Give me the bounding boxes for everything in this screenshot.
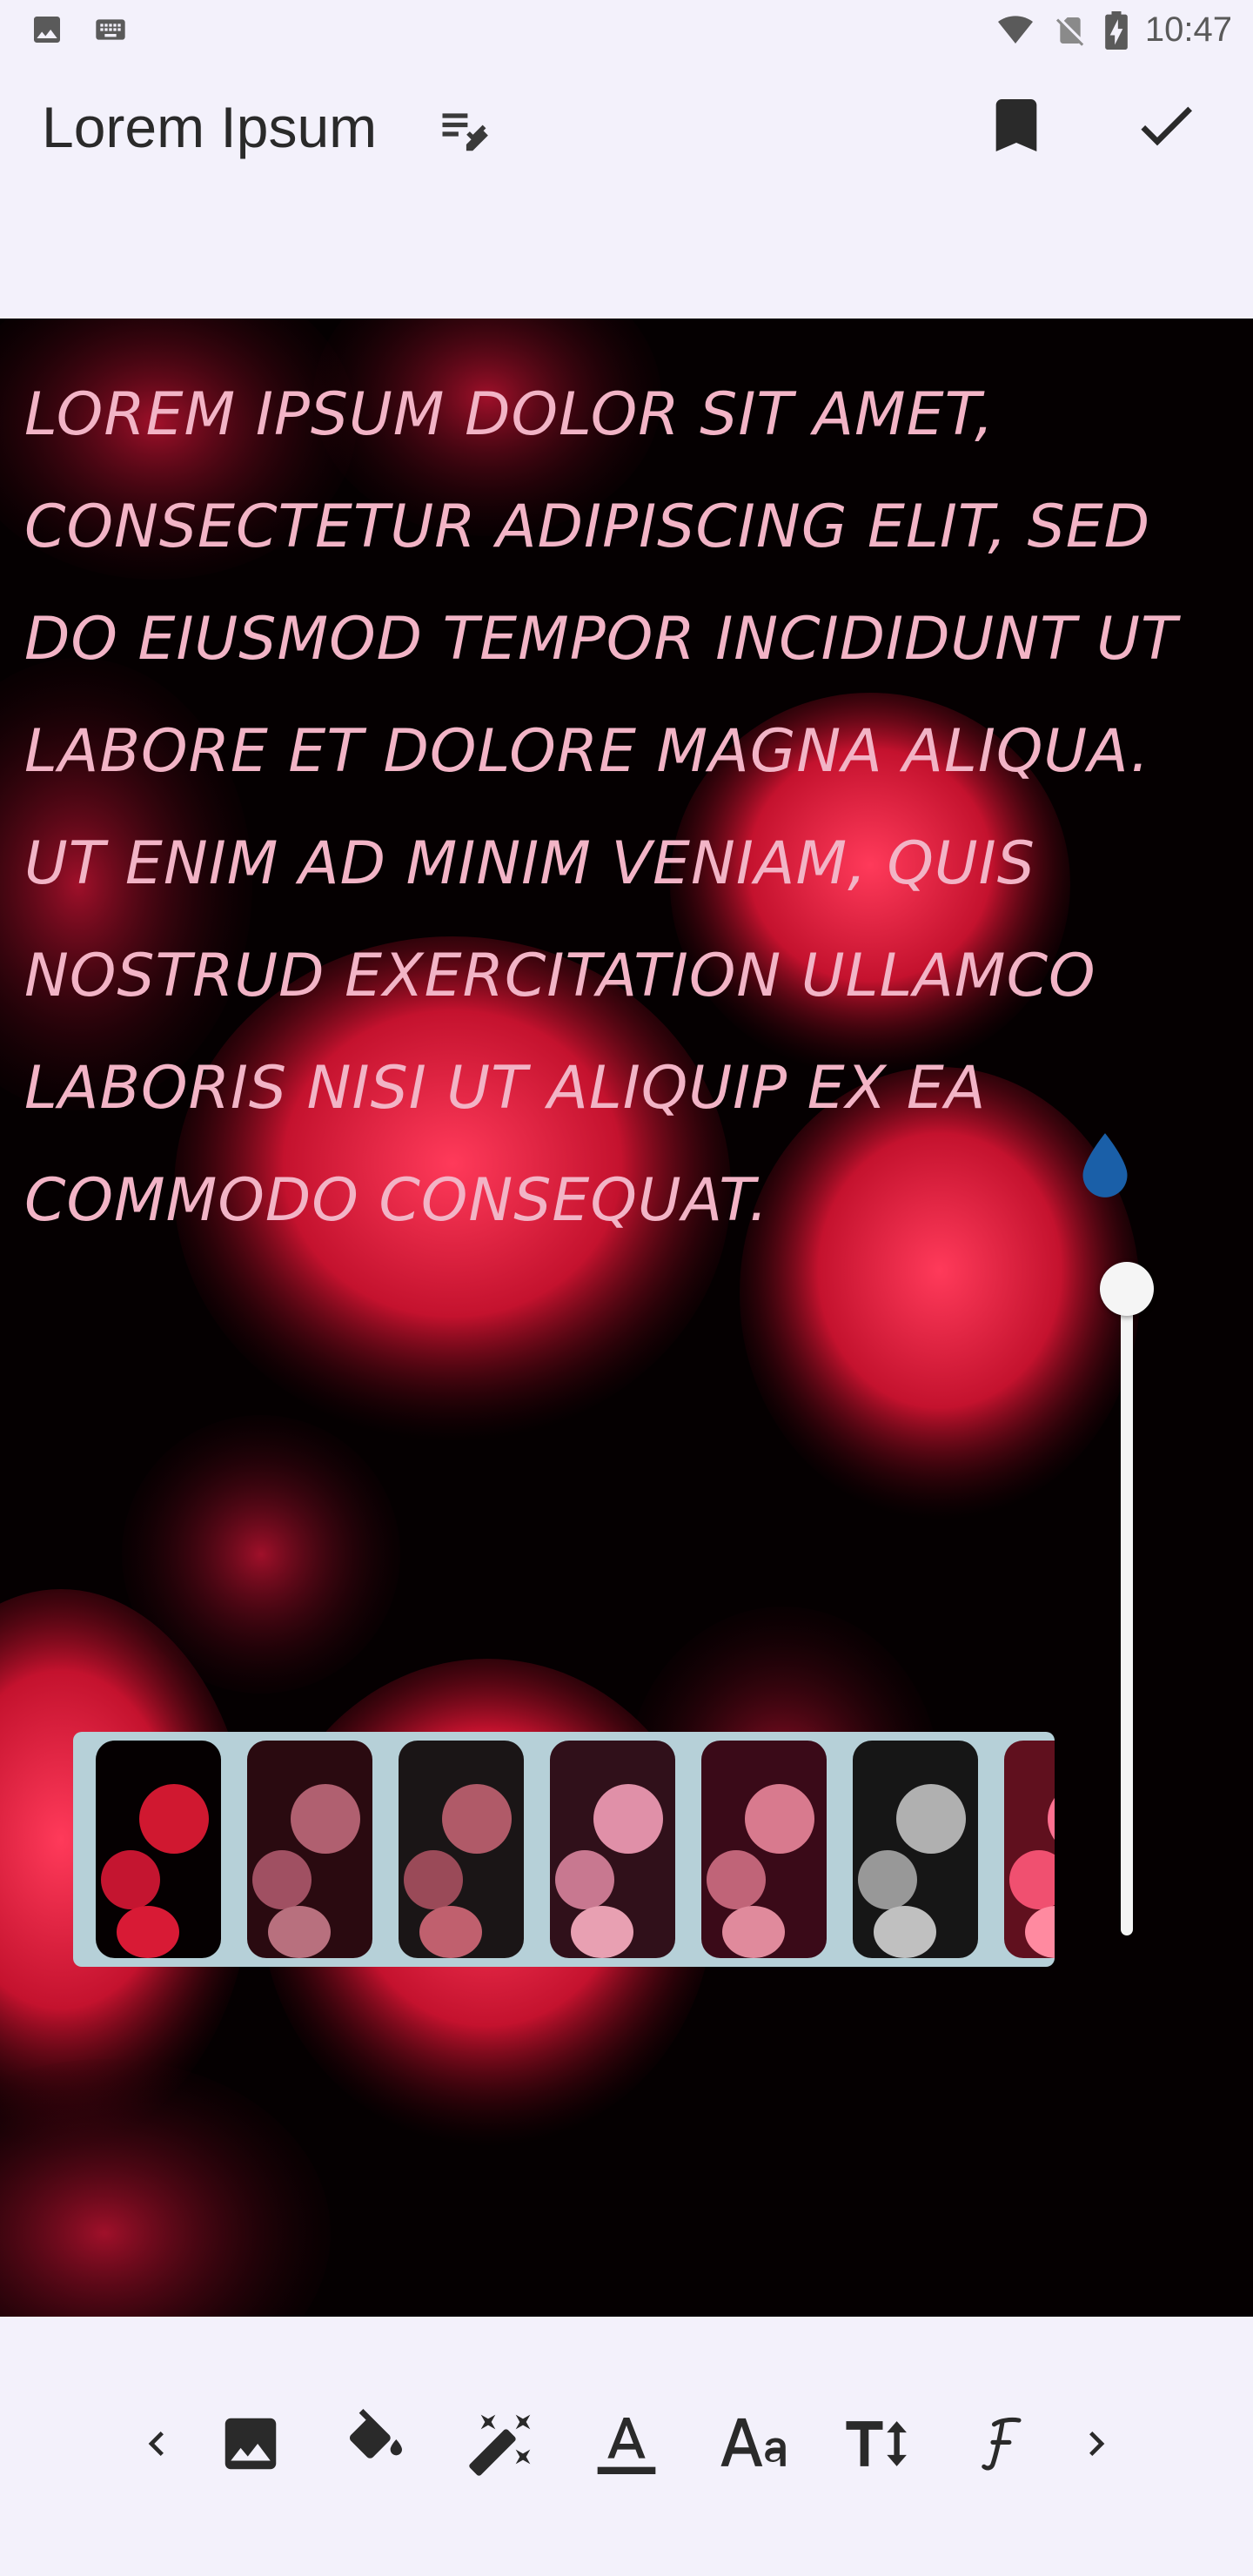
no-sim-icon bbox=[1053, 13, 1088, 48]
bookmark-button[interactable] bbox=[982, 91, 1051, 160]
filter-thumb[interactable] bbox=[550, 1741, 675, 1958]
text-color-icon bbox=[592, 2409, 661, 2479]
paint-bucket-icon bbox=[341, 2409, 411, 2479]
filter-thumb[interactable] bbox=[1004, 1741, 1055, 1958]
image-icon bbox=[30, 12, 64, 47]
drop-handle-icon bbox=[1075, 1130, 1135, 1201]
fill-color-tool[interactable] bbox=[339, 2407, 412, 2480]
opacity-slider-track[interactable] bbox=[1121, 1288, 1133, 1935]
font-size-icon bbox=[715, 2409, 788, 2479]
overlay-text[interactable]: LOREM IPSUM DOLOR SIT AMET, CONSECTETUR … bbox=[24, 359, 1190, 1257]
text-size-tool[interactable] bbox=[841, 2407, 914, 2480]
edit-note-icon bbox=[433, 97, 494, 158]
text-height-icon bbox=[841, 2409, 914, 2479]
wifi-icon bbox=[994, 13, 1037, 48]
effects-tool[interactable] bbox=[465, 2407, 538, 2480]
font-style-tool[interactable] bbox=[966, 2407, 1039, 2480]
bookmark-icon bbox=[982, 91, 1051, 160]
filter-thumb[interactable] bbox=[701, 1741, 827, 1958]
filter-strip[interactable] bbox=[73, 1732, 1055, 1967]
image-icon bbox=[217, 2410, 285, 2478]
text-handle[interactable] bbox=[1075, 1130, 1135, 1201]
bottom-toolbar bbox=[0, 2317, 1253, 2576]
clock: 10:47 bbox=[1144, 10, 1232, 49]
chevron-right-icon bbox=[1072, 2419, 1121, 2468]
scroll-left-button[interactable] bbox=[120, 2407, 193, 2480]
scroll-right-button[interactable] bbox=[1060, 2407, 1133, 2480]
filter-thumb[interactable] bbox=[853, 1741, 978, 1958]
filter-thumb[interactable] bbox=[247, 1741, 372, 1958]
status-bar: 10:47 bbox=[0, 0, 1253, 63]
opacity-slider-thumb[interactable] bbox=[1100, 1262, 1154, 1316]
confirm-button[interactable] bbox=[1131, 91, 1201, 160]
text-color-tool[interactable] bbox=[590, 2407, 663, 2480]
battery-charging-icon bbox=[1103, 10, 1129, 50]
check-icon bbox=[1131, 91, 1201, 160]
font-tool[interactable] bbox=[715, 2407, 788, 2480]
chevron-left-icon bbox=[132, 2419, 181, 2468]
page-title[interactable]: Lorem Ipsum bbox=[42, 94, 377, 160]
font-style-icon bbox=[969, 2411, 1035, 2477]
keyboard-icon bbox=[90, 12, 131, 47]
background-image-tool[interactable] bbox=[214, 2407, 287, 2480]
filter-thumb[interactable] bbox=[96, 1741, 221, 1958]
image-canvas[interactable]: LOREM IPSUM DOLOR SIT AMET, CONSECTETUR … bbox=[0, 319, 1253, 2317]
edit-title-button[interactable] bbox=[433, 97, 494, 158]
magic-wand-icon bbox=[466, 2409, 536, 2479]
filter-thumb[interactable] bbox=[399, 1741, 524, 1958]
